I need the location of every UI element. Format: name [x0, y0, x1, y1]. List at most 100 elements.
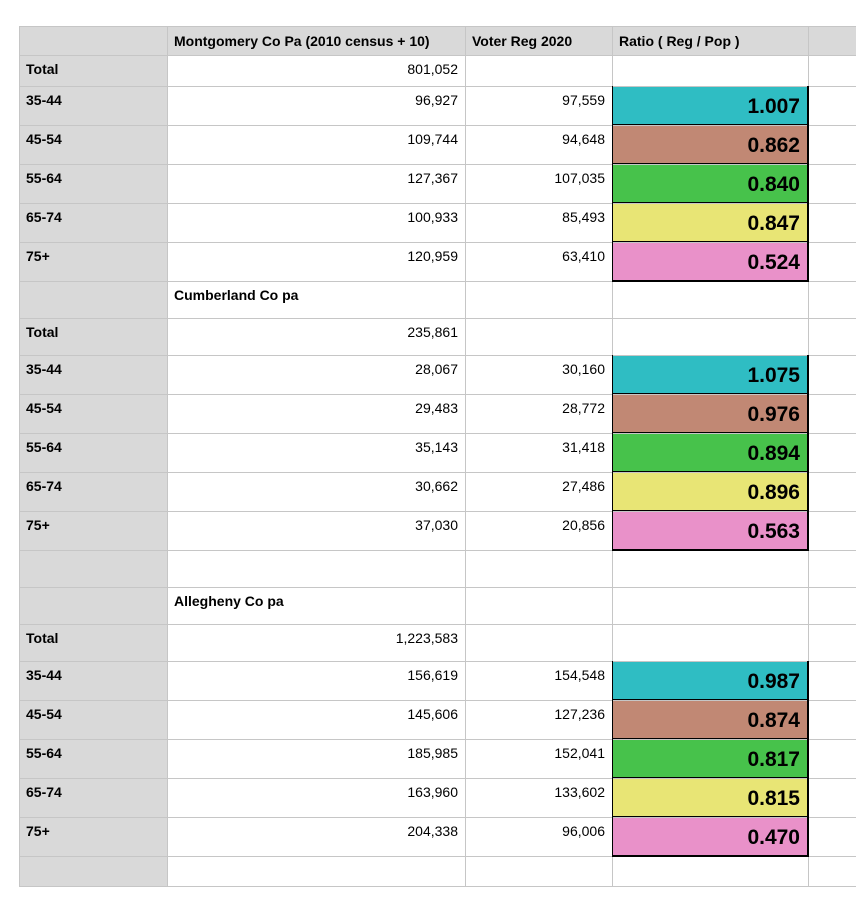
row-label-cell[interactable]: 75+: [19, 242, 167, 281]
row-label-cell[interactable]: 35-44: [19, 661, 167, 700]
population-cell[interactable]: 235,861: [167, 318, 465, 355]
ratio-cell[interactable]: [612, 281, 808, 318]
row-label-cell[interactable]: 55-64: [19, 164, 167, 203]
ratio-cell[interactable]: [612, 550, 808, 587]
ratio-cell[interactable]: 0.847: [612, 203, 808, 242]
population-cell[interactable]: 1,223,583: [167, 624, 465, 661]
extra-column-cell[interactable]: [808, 739, 856, 778]
voter-reg-cell[interactable]: 127,236: [465, 700, 612, 739]
header-cell-row-label[interactable]: [19, 26, 167, 55]
ratio-cell[interactable]: 0.987: [612, 661, 808, 700]
extra-column-cell[interactable]: [808, 624, 856, 661]
population-cell[interactable]: 30,662: [167, 472, 465, 511]
row-label-cell[interactable]: Total: [19, 624, 167, 661]
row-label-cell[interactable]: [19, 281, 167, 318]
ratio-cell[interactable]: [612, 587, 808, 624]
voter-reg-cell[interactable]: [465, 624, 612, 661]
population-cell[interactable]: 185,985: [167, 739, 465, 778]
population-cell[interactable]: 127,367: [167, 164, 465, 203]
row-label-cell[interactable]: [19, 550, 167, 587]
population-cell[interactable]: 163,960: [167, 778, 465, 817]
row-label-cell[interactable]: 65-74: [19, 778, 167, 817]
voter-reg-cell[interactable]: 20,856: [465, 511, 612, 550]
voter-reg-cell[interactable]: 97,559: [465, 86, 612, 125]
ratio-cell[interactable]: [612, 55, 808, 86]
header-empty[interactable]: [808, 26, 856, 55]
extra-column-cell[interactable]: [808, 355, 856, 394]
population-cell[interactable]: 37,030: [167, 511, 465, 550]
ratio-cell[interactable]: [612, 624, 808, 661]
extra-column-cell[interactable]: [808, 550, 856, 587]
header-voter-reg[interactable]: Voter Reg 2020: [465, 26, 612, 55]
ratio-cell[interactable]: 1.075: [612, 355, 808, 394]
population-cell[interactable]: 120,959: [167, 242, 465, 281]
voter-reg-cell[interactable]: 63,410: [465, 242, 612, 281]
population-cell[interactable]: [167, 856, 465, 886]
row-label-cell[interactable]: 55-64: [19, 433, 167, 472]
row-label-cell[interactable]: 45-54: [19, 700, 167, 739]
population-cell[interactable]: 28,067: [167, 355, 465, 394]
ratio-cell[interactable]: 0.817: [612, 739, 808, 778]
voter-reg-cell[interactable]: 107,035: [465, 164, 612, 203]
ratio-cell[interactable]: [612, 856, 808, 886]
voter-reg-cell[interactable]: 96,006: [465, 817, 612, 856]
voter-reg-cell[interactable]: [465, 281, 612, 318]
extra-column-cell[interactable]: [808, 242, 856, 281]
county-name-cell[interactable]: Cumberland Co pa: [167, 281, 465, 318]
extra-column-cell[interactable]: [808, 511, 856, 550]
extra-column-cell[interactable]: [808, 164, 856, 203]
population-cell[interactable]: 801,052: [167, 55, 465, 86]
extra-column-cell[interactable]: [808, 318, 856, 355]
extra-column-cell[interactable]: [808, 472, 856, 511]
voter-reg-cell[interactable]: [465, 856, 612, 886]
row-label-cell[interactable]: 75+: [19, 511, 167, 550]
voter-reg-cell[interactable]: [465, 318, 612, 355]
population-cell[interactable]: 35,143: [167, 433, 465, 472]
ratio-cell[interactable]: 0.976: [612, 394, 808, 433]
extra-column-cell[interactable]: [808, 281, 856, 318]
row-label-cell[interactable]: [19, 856, 167, 886]
row-label-cell[interactable]: 75+: [19, 817, 167, 856]
ratio-cell[interactable]: 0.524: [612, 242, 808, 281]
row-label-cell[interactable]: 45-54: [19, 394, 167, 433]
voter-reg-cell[interactable]: 27,486: [465, 472, 612, 511]
extra-column-cell[interactable]: [808, 661, 856, 700]
ratio-cell[interactable]: [612, 318, 808, 355]
ratio-cell[interactable]: 0.840: [612, 164, 808, 203]
population-cell[interactable]: [167, 550, 465, 587]
row-label-cell[interactable]: 45-54: [19, 125, 167, 164]
extra-column-cell[interactable]: [808, 433, 856, 472]
population-cell[interactable]: 96,927: [167, 86, 465, 125]
voter-reg-cell[interactable]: 94,648: [465, 125, 612, 164]
header-ratio[interactable]: Ratio ( Reg / Pop ): [612, 26, 808, 55]
extra-column-cell[interactable]: [808, 856, 856, 886]
population-cell[interactable]: 145,606: [167, 700, 465, 739]
voter-reg-cell[interactable]: 154,548: [465, 661, 612, 700]
voter-reg-cell[interactable]: [465, 55, 612, 86]
ratio-cell[interactable]: 0.470: [612, 817, 808, 856]
extra-column-cell[interactable]: [808, 86, 856, 125]
row-label-cell[interactable]: 55-64: [19, 739, 167, 778]
population-cell[interactable]: 156,619: [167, 661, 465, 700]
row-label-cell[interactable]: 35-44: [19, 86, 167, 125]
row-label-cell[interactable]: 65-74: [19, 203, 167, 242]
ratio-cell[interactable]: 0.862: [612, 125, 808, 164]
voter-reg-cell[interactable]: [465, 550, 612, 587]
ratio-cell[interactable]: 0.894: [612, 433, 808, 472]
extra-column-cell[interactable]: [808, 817, 856, 856]
row-label-cell[interactable]: 65-74: [19, 472, 167, 511]
row-label-cell[interactable]: Total: [19, 318, 167, 355]
extra-column-cell[interactable]: [808, 125, 856, 164]
row-label-cell[interactable]: [19, 587, 167, 624]
population-cell[interactable]: 100,933: [167, 203, 465, 242]
voter-reg-cell[interactable]: 85,493: [465, 203, 612, 242]
ratio-cell[interactable]: 0.815: [612, 778, 808, 817]
voter-reg-cell[interactable]: 133,602: [465, 778, 612, 817]
ratio-cell[interactable]: 0.563: [612, 511, 808, 550]
extra-column-cell[interactable]: [808, 55, 856, 86]
extra-column-cell[interactable]: [808, 203, 856, 242]
population-cell[interactable]: 109,744: [167, 125, 465, 164]
row-label-cell[interactable]: 35-44: [19, 355, 167, 394]
row-label-cell[interactable]: Total: [19, 55, 167, 86]
voter-reg-cell[interactable]: 30,160: [465, 355, 612, 394]
